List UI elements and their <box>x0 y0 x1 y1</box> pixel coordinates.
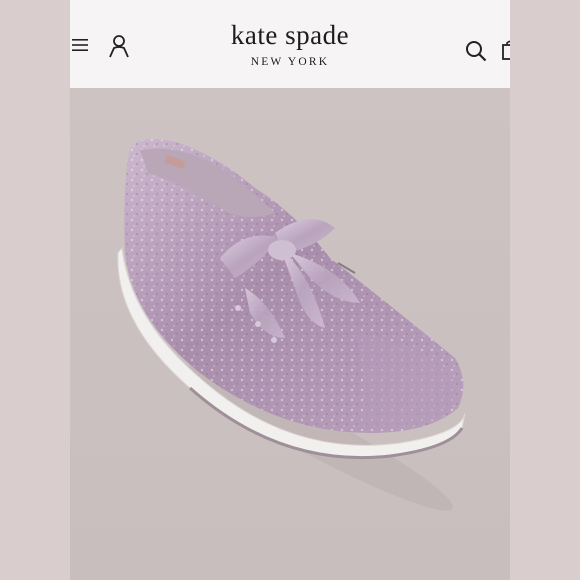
product-view: kate spade NEW YORK <box>70 0 510 580</box>
brand-name[interactable]: kate spade <box>70 20 510 51</box>
search-icon[interactable] <box>465 40 487 62</box>
right-margin <box>510 0 580 580</box>
left-margin <box>0 0 70 580</box>
shopping-bag-icon[interactable] <box>502 40 510 60</box>
brand-location: NEW YORK <box>250 56 330 68</box>
product-image <box>70 88 510 580</box>
site-header: kate spade NEW YORK <box>70 0 510 88</box>
